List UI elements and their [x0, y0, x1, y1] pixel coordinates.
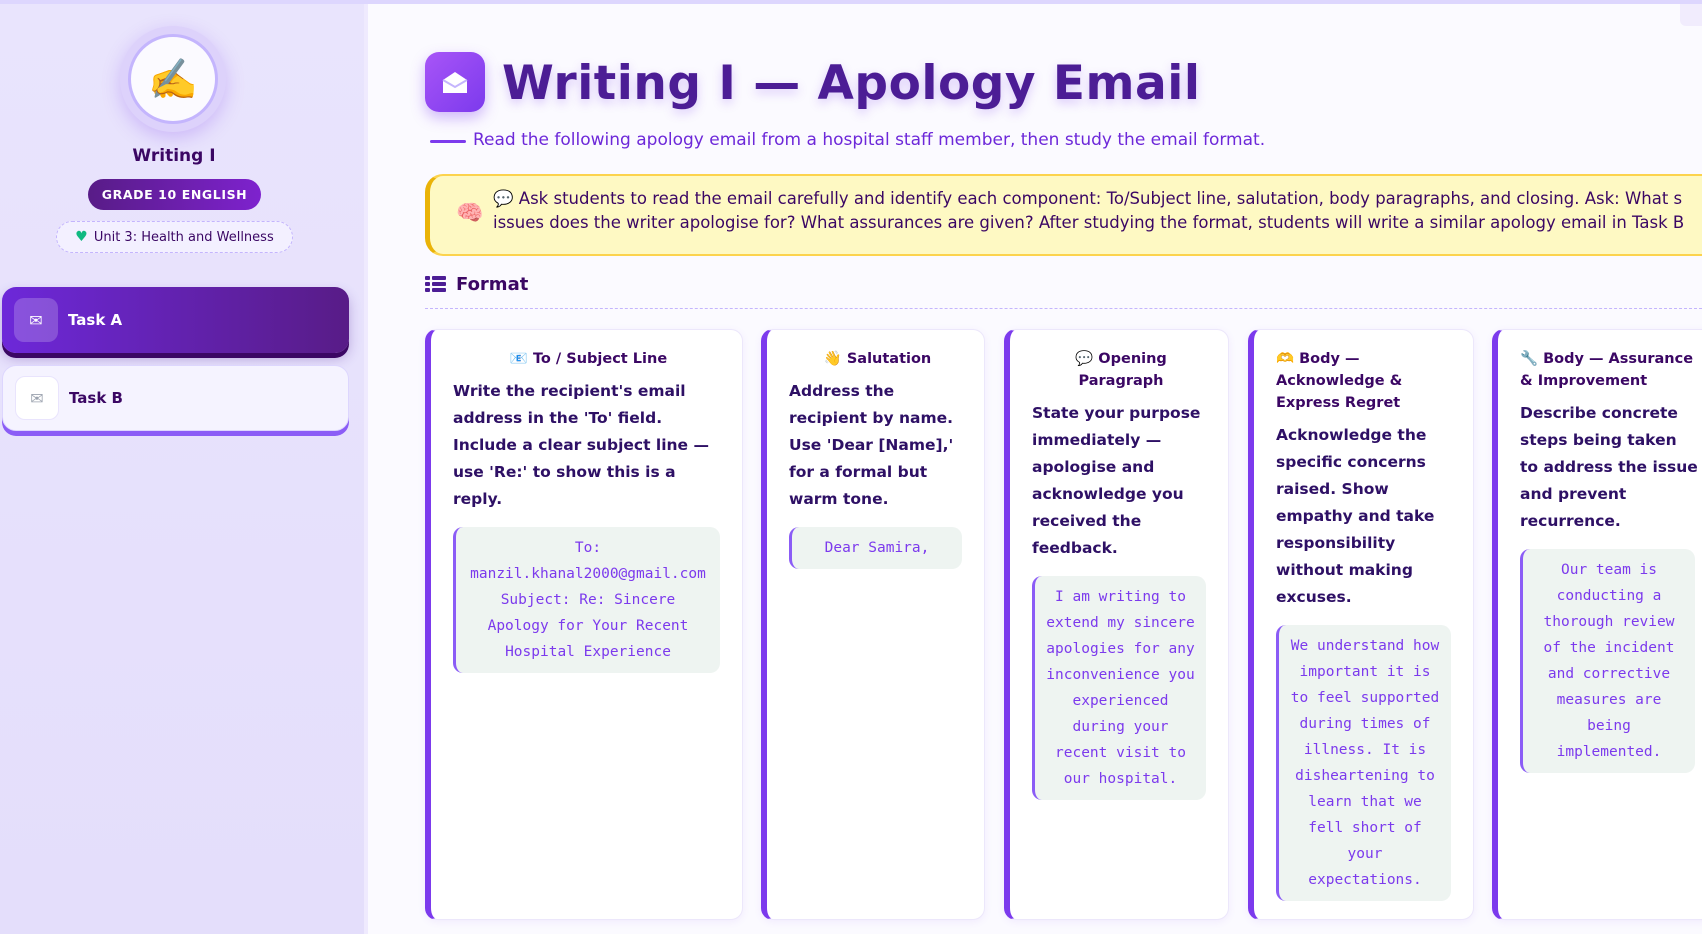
- format-card-assurance: 🔧 Body — Assurance & Improvement Describ…: [1492, 329, 1702, 920]
- card-body: Write the recipient's email address in t…: [453, 382, 709, 508]
- sidebar-item-task-b[interactable]: ✉ Task B: [2, 365, 349, 431]
- writing-hand-icon: ✍️: [128, 34, 218, 124]
- corner-tab: [1680, 4, 1702, 26]
- page-title: Writing I — Apology Email: [502, 56, 1201, 111]
- tip-line: issues does the writer apologise for? Wh…: [493, 213, 1685, 232]
- card-example: Our team is conducting a thorough review…: [1520, 549, 1695, 773]
- sidebar-item-label: Task B: [69, 389, 123, 407]
- sidebar: ✍️ Writing I GRADE 10 ENGLISH ♥ Unit 3: …: [0, 4, 368, 934]
- card-title: 🫶 Body — Acknowledge & Express Regret: [1276, 351, 1403, 411]
- format-card-acknowledge: 🫶 Body — Acknowledge & Express Regret Ac…: [1248, 329, 1474, 920]
- envelope-open-icon: [425, 52, 485, 112]
- card-body: Address the recipient by name. Use 'Dear…: [789, 382, 954, 508]
- sidebar-title: Writing I: [132, 146, 216, 166]
- tip-text: 💬 Ask students to read the email careful…: [493, 187, 1702, 235]
- format-card-to-subject: 📧 To / Subject Line Write the recipient'…: [425, 329, 743, 920]
- format-card-opening: 💬 Opening Paragraph State your purpose i…: [1004, 329, 1229, 920]
- card-title: 🔧 Body — Assurance & Improvement: [1520, 351, 1694, 389]
- card-title: 👋 Salutation: [823, 351, 932, 367]
- card-body: Acknowledge the specific concerns raised…: [1276, 426, 1435, 606]
- brain-icon: 🧠: [456, 201, 484, 226]
- unit-label: Unit 3: Health and Wellness: [93, 229, 274, 245]
- unit-badge: ♥ Unit 3: Health and Wellness: [56, 221, 293, 253]
- sidebar-item-task-a[interactable]: ✉ Task A: [2, 287, 349, 353]
- grade-badge: GRADE 10 ENGLISH: [88, 179, 261, 210]
- card-body: Describe concrete steps being taken to a…: [1520, 404, 1698, 530]
- envelope-icon: ✉: [15, 376, 59, 420]
- card-example: I am writing to extend my sincere apolog…: [1032, 576, 1206, 800]
- email-icon: ✉: [14, 298, 58, 342]
- sidebar-item-label: Task A: [68, 311, 123, 329]
- format-card-salutation: 👋 Salutation Address the recipient by na…: [761, 329, 985, 920]
- tip-line: 💬 Ask students to read the email careful…: [493, 189, 1683, 208]
- page-subtitle: Read the following apology email from a …: [473, 130, 1266, 150]
- card-title: 💬 Opening Paragraph: [1075, 351, 1167, 389]
- card-example: Dear Samira,: [789, 527, 962, 569]
- card-example: We understand how important it is to fee…: [1276, 625, 1451, 901]
- format-heading: Format: [425, 274, 528, 295]
- teacher-tip: 🧠 💬 Ask students to read the email caref…: [425, 174, 1702, 256]
- divider: [425, 308, 1702, 309]
- format-heading-label: Format: [456, 274, 529, 295]
- subtitle-accent: [430, 140, 466, 143]
- card-body: State your purpose immediately — apologi…: [1032, 404, 1201, 557]
- list-grid-icon: [425, 275, 446, 294]
- avatar-ring: ✍️: [120, 26, 226, 132]
- main-content: Writing I — Apology Email Read the follo…: [368, 4, 1702, 934]
- card-title: 📧 To / Subject Line: [509, 351, 668, 367]
- green-heart-icon: ♥: [75, 229, 88, 245]
- card-example: To: manzil.khanal2000@gmail.com Subject:…: [453, 527, 720, 673]
